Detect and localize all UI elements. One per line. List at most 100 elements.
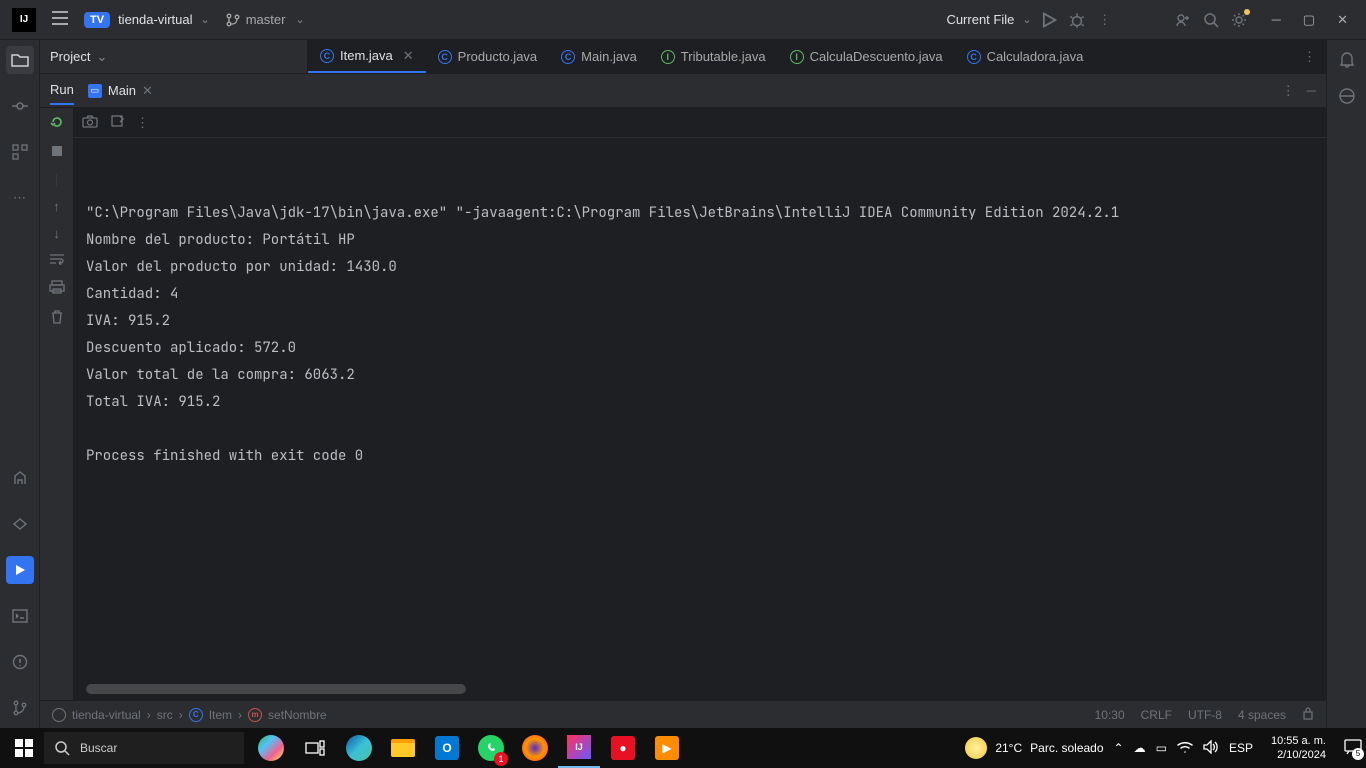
tab-label: Main.java (581, 49, 637, 64)
breadcrumb-project[interactable]: tienda-virtual (72, 708, 141, 722)
terminal-tool-icon[interactable] (6, 602, 34, 630)
console-output[interactable]: "C:\Program Files\Java\jdk-17\bin\java.e… (74, 138, 1326, 700)
hide-run-panel-icon[interactable]: ─ (1307, 83, 1316, 99)
down-stack-icon[interactable]: ↓ (53, 226, 60, 241)
services-tool-icon[interactable] (6, 510, 34, 538)
line-ending[interactable]: CRLF (1141, 708, 1172, 722)
outlook-icon[interactable]: O (426, 728, 468, 768)
breadcrumb-method[interactable]: setNombre (268, 708, 327, 722)
start-button[interactable] (4, 739, 44, 757)
maximize-icon[interactable]: ▢ (1299, 8, 1319, 32)
onedrive-icon[interactable]: ☁ (1134, 741, 1146, 755)
export-icon[interactable] (110, 114, 124, 131)
screenshot-icon[interactable] (82, 115, 98, 131)
soft-wrap-icon[interactable] (49, 253, 65, 268)
explorer-icon[interactable] (382, 728, 424, 768)
weather-widget[interactable]: 21°C Parc. soleado (965, 737, 1103, 759)
code-with-me-icon[interactable] (1174, 11, 1192, 29)
class-icon: C (967, 50, 981, 64)
commit-tool-icon[interactable] (6, 92, 34, 120)
run-options-icon[interactable]: ⋮ (1282, 83, 1295, 99)
debug-icon[interactable] (1068, 11, 1086, 29)
more-actions-icon[interactable]: ⋮ (1096, 11, 1114, 29)
console-line: Valor del producto por unidad: 1430.0 (86, 254, 1314, 281)
run-config-tab[interactable]: ▭ Main ✕ (88, 83, 153, 99)
language-indicator[interactable]: ESP (1229, 741, 1253, 755)
more-tools-icon[interactable]: ⋯ (6, 184, 34, 212)
main-menu-icon[interactable] (44, 7, 76, 32)
project-panel-header[interactable]: Project ⌄ (40, 40, 308, 74)
console-line: Nombre del producto: Portátil HP (86, 227, 1314, 254)
media-player-icon[interactable]: ▶ (646, 728, 688, 768)
action-center-icon[interactable]: 5 (1344, 739, 1362, 758)
file-tab[interactable]: CItem.java✕ (308, 40, 426, 73)
search-icon[interactable] (1202, 11, 1220, 29)
breadcrumb-folder[interactable]: src (157, 708, 173, 722)
class-icon: C (438, 50, 452, 64)
run-gutter: | ↑ ↓ (40, 108, 74, 700)
file-tab[interactable]: CProducto.java (426, 40, 550, 73)
run-config-dropdown[interactable]: Current File (946, 12, 1031, 27)
readonly-lock-icon[interactable] (1302, 706, 1314, 723)
settings-icon[interactable] (1230, 11, 1248, 29)
console-line: "C:\Program Files\Java\jdk-17\bin\java.e… (86, 200, 1314, 227)
clock[interactable]: 10:55 a. m. 2/10/2024 (1271, 734, 1326, 762)
taskbar-search[interactable]: Buscar (44, 732, 244, 764)
intellij-taskbar-icon[interactable]: IJ (558, 728, 600, 768)
titlebar: IJ TV tienda-virtual master Current File… (0, 0, 1366, 40)
rerun-icon[interactable] (49, 114, 65, 133)
run-toolbar: ⋮ (74, 108, 1326, 138)
tab-label: Tributable.java (681, 49, 766, 64)
interface-icon: I (661, 50, 675, 64)
whatsapp-icon[interactable]: 1 (470, 728, 512, 768)
run-tool-icon[interactable] (6, 556, 34, 584)
stop-icon[interactable] (51, 145, 63, 160)
file-tab[interactable]: C Main.java (549, 40, 649, 73)
file-tab[interactable]: I Tributable.java (649, 40, 778, 73)
wifi-icon[interactable] (1177, 741, 1193, 756)
edge-icon[interactable] (338, 728, 380, 768)
horizontal-scrollbar[interactable] (86, 684, 466, 694)
volume-icon[interactable] (1203, 740, 1219, 757)
structure-tool-icon[interactable] (6, 138, 34, 166)
project-name-dropdown[interactable]: tienda-virtual (118, 12, 210, 27)
project-tool-icon[interactable] (6, 46, 34, 74)
file-tab[interactable]: CCalculadora.java (955, 40, 1096, 73)
ai-assistant-icon[interactable] (1338, 87, 1356, 108)
weather-temp: 21°C (995, 741, 1022, 755)
breadcrumb-class[interactable]: Item (209, 708, 232, 722)
encoding[interactable]: UTF-8 (1188, 708, 1222, 722)
file-tab[interactable]: ICalculaDescuento.java (778, 40, 955, 73)
class-icon: C (561, 50, 575, 64)
app4-icon[interactable]: ● (602, 728, 644, 768)
interface-icon: I (790, 50, 804, 64)
indent[interactable]: 4 spaces (1238, 708, 1286, 722)
run-icon[interactable] (1040, 11, 1058, 29)
close-icon[interactable]: ✕ (1333, 8, 1352, 32)
tabs-more-icon[interactable]: ⋮ (1293, 49, 1326, 65)
firefox-icon[interactable] (514, 728, 556, 768)
intellij-icon: IJ (12, 8, 36, 32)
git-branch-dropdown[interactable]: master (226, 12, 305, 27)
run-panel-header: Run ▭ Main ✕ ⋮ ─ (40, 74, 1326, 108)
clear-icon[interactable] (50, 309, 64, 328)
close-run-tab-icon[interactable]: ✕ (142, 83, 153, 99)
build-tool-icon[interactable] (6, 464, 34, 492)
notifications-icon[interactable] (1339, 50, 1355, 71)
task-view-icon[interactable] (294, 728, 336, 768)
tab-close-icon[interactable]: ✕ (403, 48, 414, 64)
class-icon: C (189, 708, 203, 722)
cursor-position[interactable]: 10:30 (1095, 708, 1125, 722)
run-tab[interactable]: Run (50, 76, 74, 105)
tray-chevron-icon[interactable]: ⌃ (1114, 741, 1124, 755)
print-icon[interactable] (49, 280, 65, 297)
windows-taskbar: Buscar O 1 IJ ● ▶ 21°C Parc. soleado ⌃ ☁… (0, 728, 1366, 768)
minimize-icon[interactable]: ─ (1268, 8, 1285, 32)
battery-icon[interactable]: ▭ (1156, 741, 1167, 755)
toolbar-more-icon[interactable]: ⋮ (136, 115, 149, 131)
system-tray: ⌃ ☁ ▭ ESP 10:55 a. m. 2/10/2024 5 (1114, 734, 1362, 762)
problems-tool-icon[interactable] (6, 648, 34, 676)
up-stack-icon[interactable]: ↑ (53, 199, 60, 214)
cortana-icon[interactable] (250, 728, 292, 768)
git-tool-icon[interactable] (6, 694, 34, 722)
